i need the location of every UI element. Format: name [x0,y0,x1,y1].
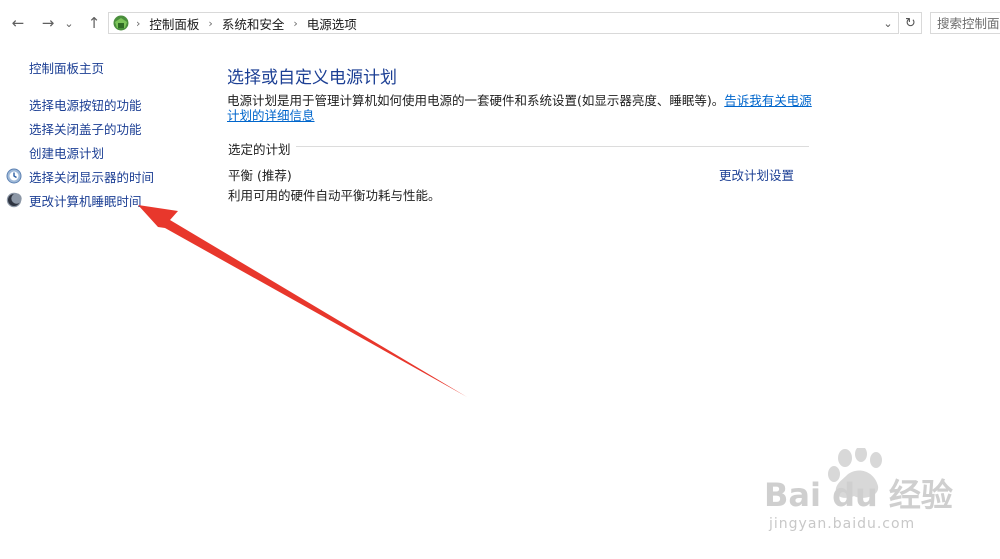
watermark-url: jingyan.baidu.com [769,516,916,532]
breadcrumb-separator: › [136,16,141,30]
section-divider [296,146,809,147]
change-plan-settings-link[interactable]: 更改计划设置 [719,165,794,184]
sidebar-item-sleep-time[interactable]: 更改计算机睡眠时间 [29,191,142,210]
sidebar-item-lid-close[interactable]: 选择关闭盖子的功能 [29,119,142,138]
breadcrumb-power-options[interactable]: 电源选项 [307,14,357,33]
up-arrow-icon[interactable]: ↑ [84,12,104,34]
sidebar-item-display-off-time[interactable]: 选择关闭显示器的时间 [29,167,154,186]
search-input[interactable] [930,12,1000,34]
description-text: 电源计划是用于管理计算机如何使用电源的一套硬件和系统设置(如显示器亮度、睡眠等)… [227,93,725,108]
plan-description: 利用可用的硬件自动平衡功耗与性能。 [228,188,441,203]
display-power-icon [6,168,22,184]
selected-plan-heading: 选定的计划 [228,142,291,157]
recent-locations-chevron-icon[interactable]: ⌄ [62,12,76,34]
control-panel-icon [113,15,129,31]
sidebar-item-control-panel-home[interactable]: 控制面板主页 [29,58,104,77]
sidebar-item-create-plan[interactable]: 创建电源计划 [29,143,104,162]
sidebar-item-power-button[interactable]: 选择电源按钮的功能 [29,95,142,114]
address-dropdown-icon[interactable]: ⌄ [881,15,895,31]
breadcrumb-control-panel[interactable]: 控制面板 [149,14,199,33]
breadcrumb-separator[interactable]: › [208,17,212,30]
breadcrumb-separator[interactable]: › [293,17,297,30]
navigation-bar: ← → ⌄ ↑ › 控制面板 › 系统和安全 › 电源选项 ⌄ ↻ [0,0,1000,46]
sleep-moon-icon [6,192,22,208]
back-arrow-icon[interactable]: ← [8,12,28,34]
plan-name[interactable]: 平衡 (推荐) [228,165,292,184]
baidu-jingyan-watermark: Bai du 经验 [764,448,953,514]
page-description: 电源计划是用于管理计算机如何使用电源的一套硬件和系统设置(如显示器亮度、睡眠等)… [227,93,817,123]
power-plan-row: 平衡 (推荐) 利用可用的硬件自动平衡功耗与性能。 更改计划设置 [228,165,810,205]
forward-arrow-icon[interactable]: → [38,12,58,34]
address-bar[interactable]: › 控制面板 › 系统和安全 › 电源选项 ⌄ [108,12,899,34]
breadcrumb-system-security[interactable]: 系统和安全 [222,14,285,33]
refresh-icon[interactable]: ↻ [900,12,922,34]
watermark-logo-text: Bai du 经验 [764,476,953,514]
page-title: 选择或自定义电源计划 [227,68,397,88]
